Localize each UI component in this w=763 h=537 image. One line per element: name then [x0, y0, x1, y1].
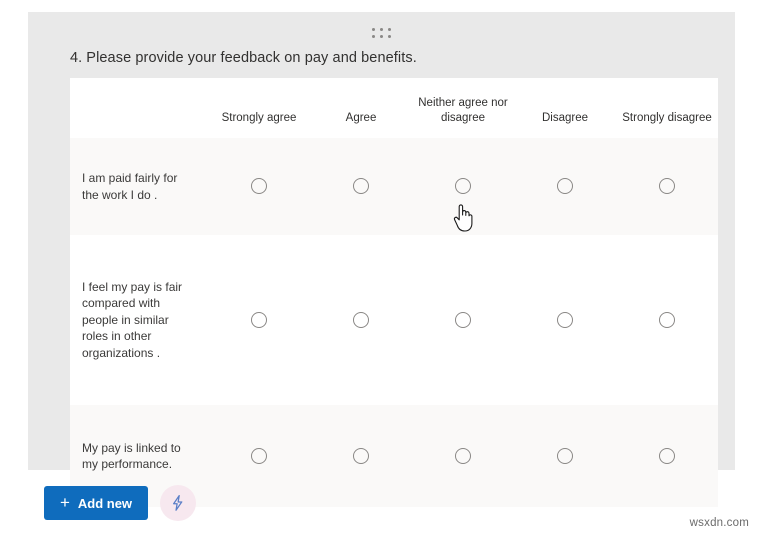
radio-button-icon[interactable]	[659, 312, 675, 328]
matrix-row: I feel my pay is fair compared with peop…	[70, 235, 718, 405]
grip-dot	[372, 28, 375, 31]
radio-cell-row3-strongly-agree[interactable]	[208, 405, 310, 507]
grip-dot	[388, 35, 391, 38]
radio-cell-row1-disagree[interactable]	[514, 138, 616, 235]
radio-button-icon[interactable]	[251, 312, 267, 328]
radio-cell-row3-agree[interactable]	[310, 405, 412, 507]
lightning-bolt-icon	[169, 494, 187, 512]
question-title: 4.Please provide your feedback on pay an…	[70, 50, 417, 66]
radio-cell-row2-disagree[interactable]	[514, 235, 616, 405]
radio-cell-row1-neither[interactable]	[412, 138, 514, 235]
row-statement-label: I am paid fairly for the work I do .	[70, 138, 208, 235]
radio-button-icon[interactable]	[557, 178, 573, 194]
radio-button-icon[interactable]	[251, 178, 267, 194]
radio-button-icon[interactable]	[251, 448, 267, 464]
matrix-header-row: Strongly agree Agree Neither agree nor d…	[70, 78, 718, 138]
radio-cell-row3-disagree[interactable]	[514, 405, 616, 507]
watermark: wsxdn.com	[690, 517, 749, 529]
radio-button-icon[interactable]	[353, 178, 369, 194]
grip-dot	[372, 35, 375, 38]
add-new-button[interactable]: + Add new	[44, 486, 148, 520]
radio-button-icon[interactable]	[659, 448, 675, 464]
radio-button-icon[interactable]	[353, 448, 369, 464]
column-header-agree: Agree	[310, 78, 412, 138]
grip-dots-icon[interactable]	[370, 26, 394, 40]
radio-button-icon[interactable]	[659, 178, 675, 194]
plus-icon: +	[60, 494, 70, 511]
column-header-disagree: Disagree	[514, 78, 616, 138]
radio-cell-row3-neither[interactable]	[412, 405, 514, 507]
row-statement-label: I feel my pay is fair compared with peop…	[70, 235, 208, 405]
radio-cell-row3-strongly-disagree[interactable]	[616, 405, 718, 507]
grip-dot	[380, 35, 383, 38]
radio-button-icon[interactable]	[353, 312, 369, 328]
radio-cell-row1-strongly-disagree[interactable]	[616, 138, 718, 235]
grip-dot	[388, 28, 391, 31]
grip-dot	[380, 28, 383, 31]
radio-button-icon[interactable]	[455, 448, 471, 464]
likert-matrix-table: Strongly agree Agree Neither agree nor d…	[70, 78, 718, 507]
radio-cell-row1-agree[interactable]	[310, 138, 412, 235]
ideas-button[interactable]	[160, 485, 196, 521]
matrix-corner-cell	[70, 78, 208, 138]
column-header-strongly-agree: Strongly agree	[208, 78, 310, 138]
radio-button-icon[interactable]	[455, 178, 471, 194]
question-card: 4.Please provide your feedback on pay an…	[28, 12, 735, 470]
radio-cell-row2-neither[interactable]	[412, 235, 514, 405]
radio-cell-row2-agree[interactable]	[310, 235, 412, 405]
column-header-strongly-disagree: Strongly disagree	[616, 78, 718, 138]
radio-cell-row1-strongly-agree[interactable]	[208, 138, 310, 235]
question-text: Please provide your feedback on pay and …	[86, 50, 417, 66]
radio-button-icon[interactable]	[557, 448, 573, 464]
radio-cell-row2-strongly-disagree[interactable]	[616, 235, 718, 405]
radio-button-icon[interactable]	[557, 312, 573, 328]
matrix-row: I am paid fairly for the work I do .	[70, 138, 718, 235]
column-header-neither-agree-nor-disagree: Neither agree nor disagree	[412, 78, 514, 138]
radio-cell-row2-strongly-agree[interactable]	[208, 235, 310, 405]
question-number: 4.	[70, 50, 82, 66]
radio-button-icon[interactable]	[455, 312, 471, 328]
add-new-label: Add new	[78, 496, 132, 511]
